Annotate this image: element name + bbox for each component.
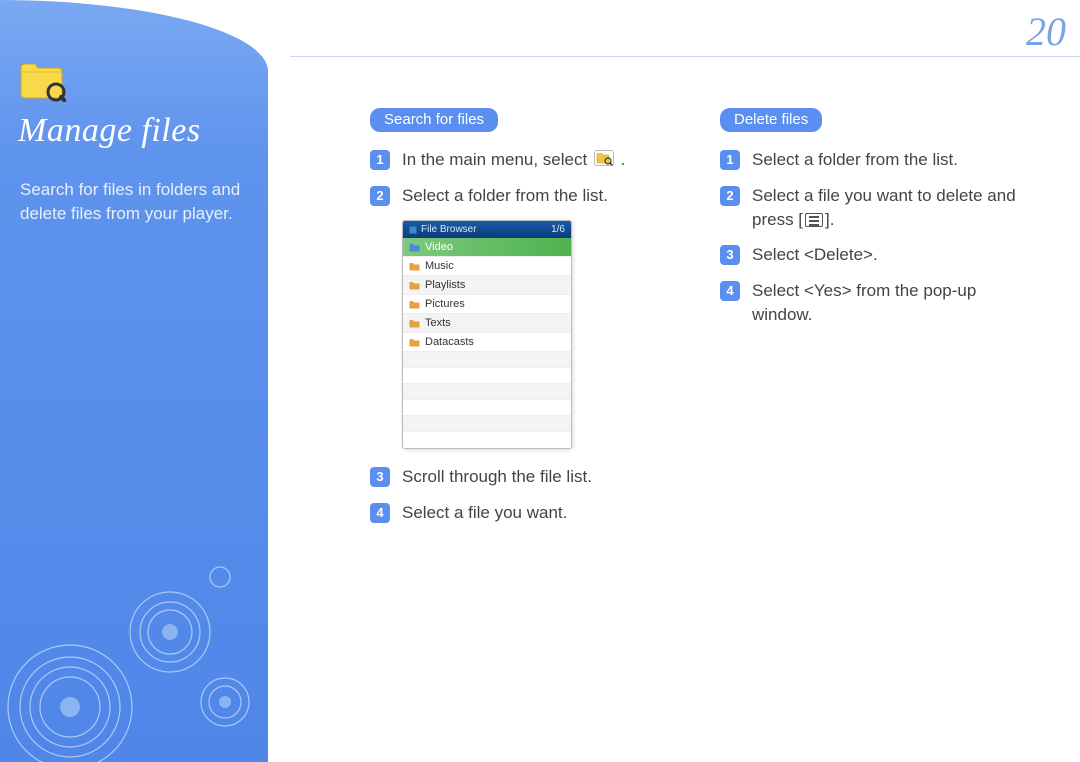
step-text: Select <Yes> from the pop-up window.: [752, 279, 1040, 327]
list-item-empty: [403, 400, 571, 416]
list-item[interactable]: Playlists: [403, 276, 571, 295]
delete-section: Delete files 1 Select a folder from the …: [720, 108, 1040, 339]
step-number: 3: [720, 245, 740, 265]
step-text: In the main menu, select .: [402, 148, 670, 172]
page-title: Manage files: [18, 112, 201, 150]
file-browser-screenshot: File Browser 1/6 Video Music Playlists: [402, 220, 572, 449]
sidebar: Manage files Search for files in folders…: [0, 0, 268, 762]
list-item-empty: [403, 384, 571, 400]
menu-button-icon[interactable]: [805, 213, 823, 227]
page-number: 20: [1026, 8, 1066, 55]
delete-step-4: 4 Select <Yes> from the pop-up window.: [720, 279, 1040, 327]
step-text: Select a file you want to delete and pre…: [752, 184, 1040, 232]
section-heading-delete: Delete files: [720, 108, 822, 132]
step-text: Select a folder from the list.: [752, 148, 1040, 172]
delete-step-1: 1 Select a folder from the list.: [720, 148, 1040, 172]
step-number: 3: [370, 467, 390, 487]
step-number: 4: [370, 503, 390, 523]
search-step-4: 4 Select a file you want.: [370, 501, 670, 525]
list-item-empty: [403, 432, 571, 448]
file-browser-list: Video Music Playlists Pictures Texts: [403, 238, 571, 448]
search-step-3: 3 Scroll through the file list.: [370, 465, 670, 489]
search-steps: 1 In the main menu, select . 2: [370, 148, 670, 208]
search-step-2: 2 Select a folder from the list.: [370, 184, 670, 208]
list-item[interactable]: Datacasts: [403, 333, 571, 352]
step-number: 1: [370, 150, 390, 170]
list-item[interactable]: Pictures: [403, 295, 571, 314]
step-text: Select a file you want.: [402, 501, 670, 525]
file-browser-title: File Browser: [421, 224, 477, 235]
delete-step-3: 3 Select <Delete>.: [720, 243, 1040, 267]
manual-page: Manage files Search for files in folders…: [0, 0, 1080, 762]
list-item-empty: [403, 416, 571, 432]
list-item[interactable]: Music: [403, 257, 571, 276]
search-steps-cont: 3 Scroll through the file list. 4 Select…: [370, 465, 670, 525]
delete-step-2: 2 Select a file you want to delete and p…: [720, 184, 1040, 232]
delete-steps: 1 Select a folder from the list. 2 Selec…: [720, 148, 1040, 327]
step-number: 1: [720, 150, 740, 170]
list-item[interactable]: Video: [403, 238, 571, 257]
file-browser-count: 1/6: [551, 224, 565, 235]
list-item-empty: [403, 352, 571, 368]
list-item[interactable]: Texts: [403, 314, 571, 333]
step-number: 2: [370, 186, 390, 206]
search-section: Search for files 1 In the main menu, sel…: [370, 108, 670, 537]
browse-folder-icon[interactable]: [594, 149, 614, 173]
decorative-circles: [0, 532, 270, 762]
step-text: Scroll through the file list.: [402, 465, 670, 489]
file-browser-header: File Browser 1/6: [403, 221, 571, 238]
header-divider: [290, 56, 1080, 57]
step-text: Select <Delete>.: [752, 243, 1040, 267]
step-number: 2: [720, 186, 740, 206]
manage-files-icon: [18, 58, 66, 102]
list-item-empty: [403, 368, 571, 384]
step-number: 4: [720, 281, 740, 301]
page-description: Search for files in folders and delete f…: [20, 178, 250, 226]
step-text: Select a folder from the list.: [402, 184, 670, 208]
section-heading-search: Search for files: [370, 108, 498, 132]
search-step-1: 1 In the main menu, select .: [370, 148, 670, 172]
